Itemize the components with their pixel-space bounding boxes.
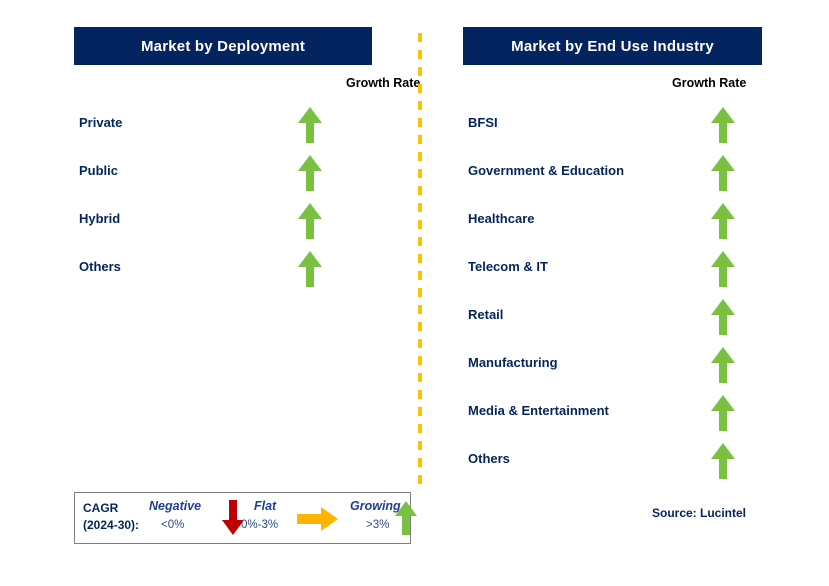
legend-value-negative: <0% xyxy=(161,519,185,531)
segment-label: Government & Education xyxy=(468,163,625,178)
legend-value-flat: 0%-3% xyxy=(241,519,279,531)
up-arrow-icon xyxy=(710,442,736,480)
segment-label: Healthcare xyxy=(468,211,535,226)
source-note: Source: Lucintel xyxy=(652,506,747,520)
vertical-dashed-divider xyxy=(418,33,422,490)
up-arrow-icon xyxy=(297,202,323,240)
up-arrow-icon xyxy=(297,154,323,192)
up-arrow-icon xyxy=(710,346,736,384)
segment-label: BFSI xyxy=(468,115,498,130)
segment-label: Hybrid xyxy=(79,211,121,226)
table-row: Hybrid xyxy=(74,200,372,248)
up-arrow-icon xyxy=(394,500,418,536)
segment-label: Others xyxy=(79,259,121,274)
segment-label: Telecom & IT xyxy=(468,259,548,274)
segment-label: Private xyxy=(79,115,123,130)
segment-label: Others xyxy=(468,451,510,466)
up-arrow-icon xyxy=(297,250,323,288)
panel-header-end-use-industry: Market by End Use Industry xyxy=(463,27,762,65)
up-arrow-icon xyxy=(710,202,736,240)
table-row: Others xyxy=(74,248,372,296)
table-row: Telecom & IT xyxy=(463,248,762,296)
growth-rate-column-header-deployment: Growth Rate xyxy=(346,76,421,90)
table-row: Private xyxy=(74,104,372,152)
up-arrow-icon xyxy=(710,106,736,144)
table-row: Healthcare xyxy=(463,200,762,248)
table-row: Manufacturing xyxy=(463,344,762,392)
segment-label: Public xyxy=(79,163,119,178)
table-row: Government & Education xyxy=(463,152,762,200)
legend-term-negative: Negative xyxy=(149,499,202,513)
table-row: Public xyxy=(74,152,372,200)
legend-title-line1: CAGR xyxy=(83,501,119,515)
table-row: Media & Entertainment xyxy=(463,392,762,440)
up-arrow-icon xyxy=(710,298,736,336)
legend-title-line2: (2024-30): xyxy=(83,518,140,532)
table-row: Others xyxy=(463,440,762,488)
up-arrow-icon xyxy=(297,106,323,144)
segment-label: Media & Entertainment xyxy=(468,403,609,418)
legend-title: CAGR (2024-30): xyxy=(83,500,139,534)
segment-label: Manufacturing xyxy=(468,355,558,370)
up-arrow-icon xyxy=(710,250,736,288)
up-arrow-icon xyxy=(710,154,736,192)
growth-rate-column-header-end-use-industry: Growth Rate xyxy=(672,76,747,90)
up-arrow-icon xyxy=(710,394,736,432)
table-row: BFSI xyxy=(463,104,762,152)
end-use-industry-row-list: BFSI Government & Education Healthcare Tele… xyxy=(463,104,762,488)
panel-header-deployment: Market by Deployment xyxy=(74,27,372,65)
legend-term-flat: Flat xyxy=(254,499,277,513)
cagr-legend: CAGR (2024-30): Negative <0% Flat 0%-3% … xyxy=(74,492,417,544)
segment-label: Retail xyxy=(468,307,504,322)
table-row: Retail xyxy=(463,296,762,344)
right-arrow-icon xyxy=(297,506,339,532)
legend-value-growing: >3% xyxy=(366,519,390,531)
deployment-row-list: Private Public Hybrid Others xyxy=(74,104,372,296)
